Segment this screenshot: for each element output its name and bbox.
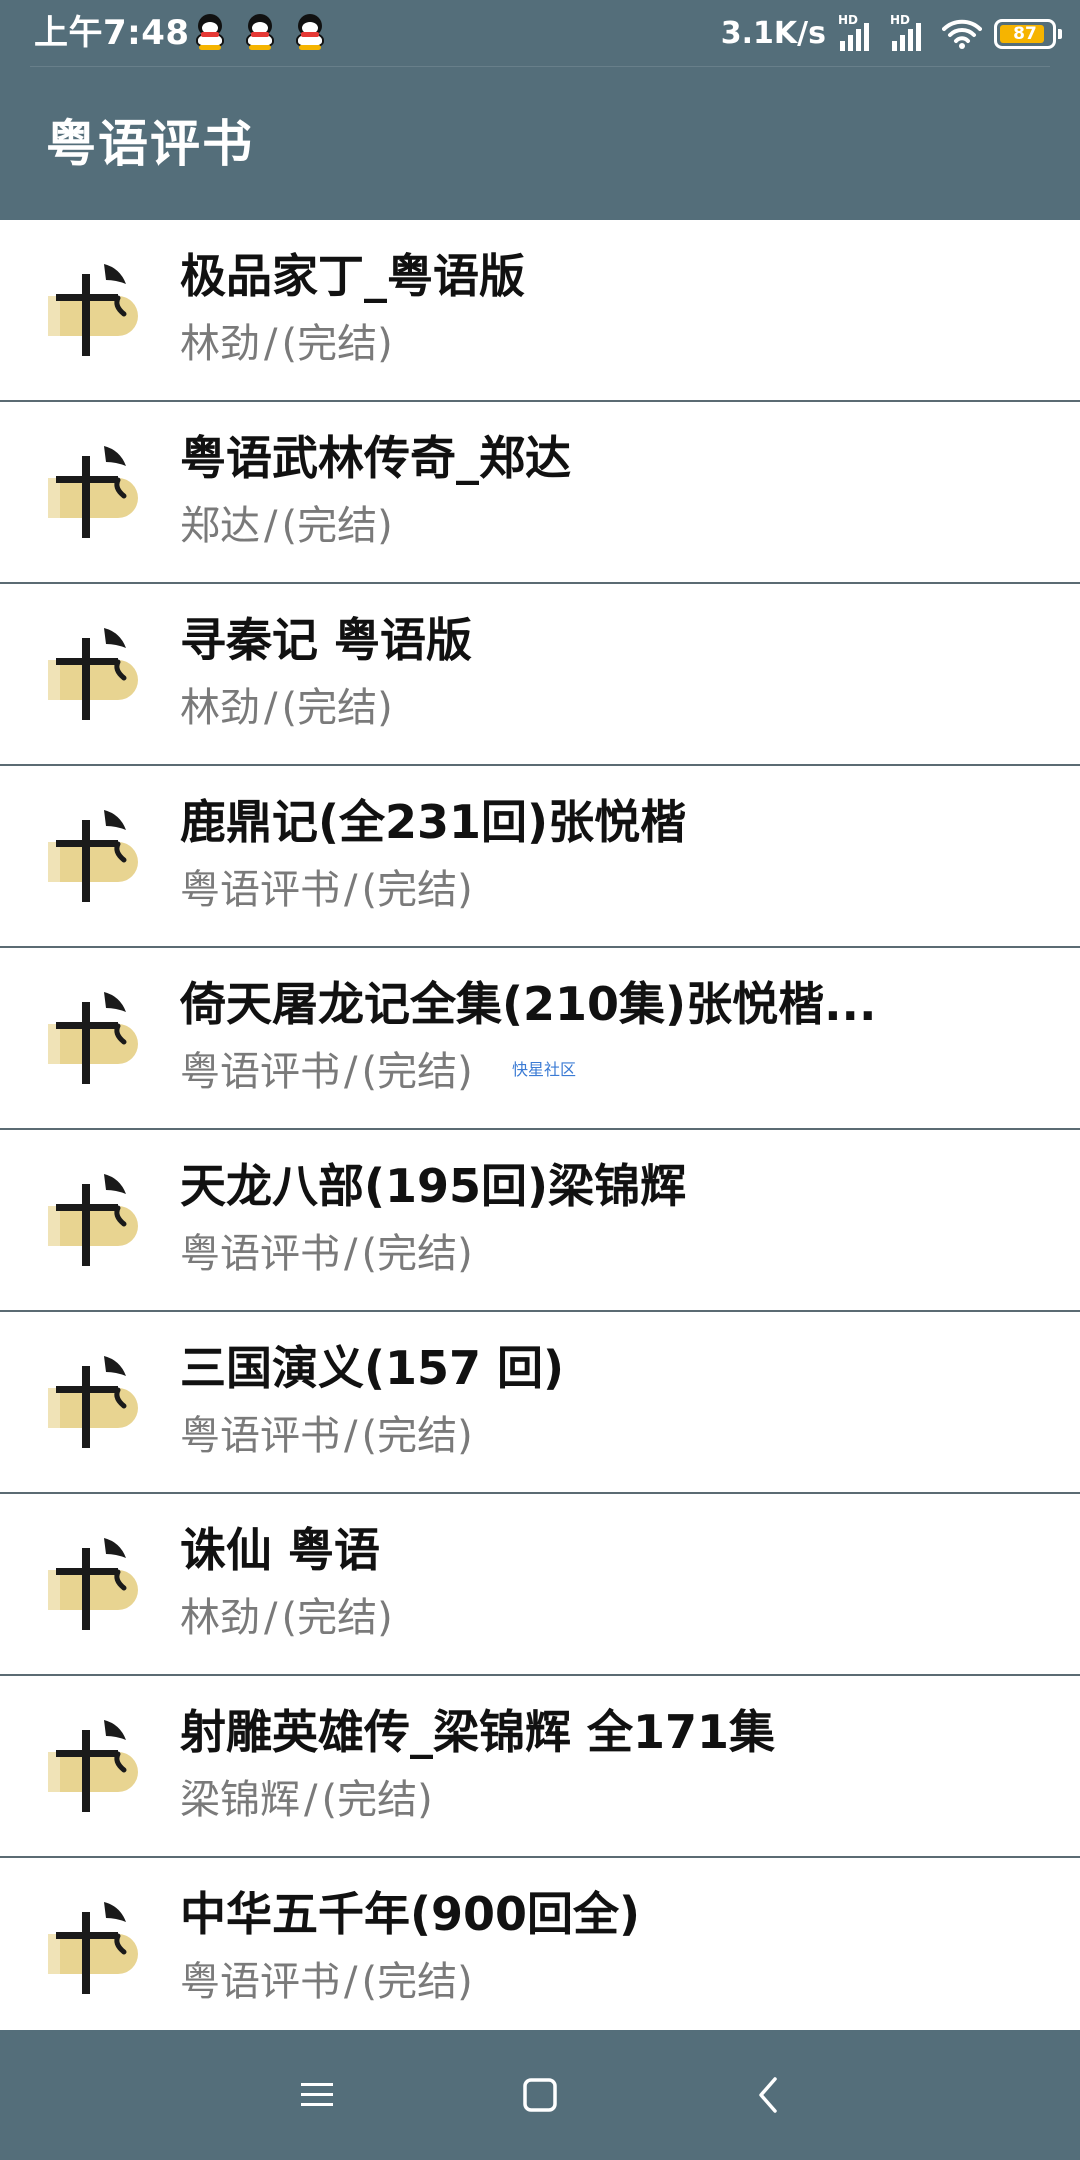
book-cover-icon [48, 446, 138, 538]
watermark: 快星社区 [512, 1060, 577, 1079]
book-author: 粤语评书 [180, 1413, 340, 1459]
status-time: 上午7:48 [34, 13, 190, 53]
status-divider [30, 66, 1050, 67]
book-status: (完结) [361, 1413, 473, 1459]
separator: / [304, 1777, 318, 1823]
separator: / [344, 867, 358, 913]
book-title: 三国演义(157 回) [180, 1341, 565, 1395]
book-status: (完结) [281, 321, 393, 367]
separator: / [344, 1231, 358, 1277]
home-button[interactable] [510, 2065, 570, 2125]
list-item[interactable]: 射雕英雄传_梁锦辉 全171集 梁锦辉 / (完结) [0, 1676, 1080, 1858]
list-item[interactable]: 极品家丁_粤语版 林劲 / (完结) [0, 220, 1080, 402]
book-title: 极品家丁_粤语版 [180, 249, 525, 303]
qq-notification-icon [196, 14, 224, 50]
book-cover-icon [48, 1174, 138, 1266]
book-meta: 梁锦辉 / (完结) [180, 1772, 433, 1828]
separator: / [344, 1413, 358, 1459]
qq-notification-icon [296, 14, 324, 50]
book-status: (完结) [321, 1777, 433, 1823]
book-title: 寻秦记 粤语版 [180, 613, 473, 667]
book-meta: 郑达 / (完结) [180, 498, 393, 554]
status-bar: 上午7:48 3.1K/s HD HD 87 [0, 0, 1080, 66]
book-author: 林劲 [180, 321, 260, 367]
list-item[interactable]: 天龙八部(195回)梁锦辉 粤语评书 / (完结) [0, 1130, 1080, 1312]
book-meta: 林劲 / (完结) [180, 680, 393, 736]
separator: / [264, 503, 278, 549]
top-bar: 上午7:48 3.1K/s HD HD 87 粤语评书 [0, 0, 1080, 220]
book-status: (完结) [281, 1595, 393, 1641]
menu-button[interactable] [287, 2065, 347, 2125]
book-cover-icon [48, 810, 138, 902]
book-title: 粤语武林传奇_郑达 [180, 431, 571, 485]
back-icon [759, 2077, 777, 2113]
signal-icon: HD [890, 13, 930, 51]
book-meta: 林劲 / (完结) [180, 1590, 393, 1646]
book-author: 郑达 [180, 503, 260, 549]
book-status: (完结) [361, 1231, 473, 1277]
book-status: (完结) [281, 685, 393, 731]
home-icon [523, 2078, 557, 2112]
network-speed: 3.1K/s [720, 16, 826, 51]
separator: / [344, 1049, 358, 1095]
book-cover-icon [48, 992, 138, 1084]
page-title: 粤语评书 [46, 115, 254, 173]
book-author: 梁锦辉 [180, 1777, 300, 1823]
book-meta: 粤语评书 / (完结) [180, 1954, 473, 2010]
book-title: 射雕英雄传_梁锦辉 全171集 [180, 1705, 776, 1759]
book-cover-icon [48, 264, 138, 356]
book-author: 林劲 [180, 685, 260, 731]
book-title: 天龙八部(195回)梁锦辉 [180, 1159, 687, 1213]
list-item[interactable]: 寻秦记 粤语版 林劲 / (完结) [0, 584, 1080, 766]
book-meta: 粤语评书 / (完结) [180, 862, 473, 918]
list-item[interactable]: 粤语武林传奇_郑达 郑达 / (完结) [0, 402, 1080, 584]
book-cover-icon [48, 1538, 138, 1630]
list-item[interactable]: 诛仙 粤语林劲 / (完结) [0, 1494, 1080, 1676]
notification-icons [196, 14, 324, 50]
screen: 上午7:48 3.1K/s HD HD 87 粤语评书 极品家丁_粤语版 林劲 … [0, 0, 1080, 2160]
book-list[interactable]: 极品家丁_粤语版 林劲 / (完结) 粤语武林传奇_郑达 郑达 / (完结) 寻秦记 粤语版 林劲… [0, 220, 1080, 2030]
book-status: (完结) [361, 1959, 473, 2005]
menu-icon [301, 2083, 333, 2106]
book-status: (完结) [361, 867, 473, 913]
book-title: 倚天屠龙记全集(210集)张悦楷... [180, 977, 877, 1031]
list-item[interactable]: 中华五千年(900回全) 粤语评书 / (完结) [0, 1858, 1080, 2030]
book-author: 粤语评书 [180, 1231, 340, 1277]
battery-level: 87 [1013, 24, 1037, 44]
separator: / [344, 1959, 358, 2005]
book-cover-icon [48, 628, 138, 720]
separator: / [264, 685, 278, 731]
navigation-bar [0, 2030, 1080, 2160]
book-meta: 粤语评书 / (完结) [180, 1044, 473, 1100]
qq-notification-icon [246, 14, 274, 50]
book-title: 中华五千年(900回全) [180, 1887, 641, 1941]
book-cover-icon [48, 1902, 138, 1994]
book-title: 鹿鼎记(全231回)张悦楷 [180, 795, 687, 849]
book-author: 粤语评书 [180, 1049, 340, 1095]
book-author: 林劲 [180, 1595, 260, 1641]
signal-icon: HD [838, 13, 878, 51]
book-title: 诛仙 粤语 [180, 1523, 381, 1577]
wifi-icon [942, 19, 982, 49]
book-author: 粤语评书 [180, 867, 340, 913]
book-author: 粤语评书 [180, 1959, 340, 2005]
list-item[interactable]: 三国演义(157 回) 粤语评书 / (完结) [0, 1312, 1080, 1494]
battery-icon: 87 [994, 19, 1062, 49]
separator: / [264, 1595, 278, 1641]
list-item[interactable]: 鹿鼎记(全231回)张悦楷 粤语评书 / (完结) [0, 766, 1080, 948]
book-meta: 粤语评书 / (完结) [180, 1408, 473, 1464]
status-right: 3.1K/s HD HD 87 [720, 12, 1062, 56]
book-meta: 林劲 / (完结) [180, 316, 393, 372]
separator: / [264, 321, 278, 367]
book-cover-icon [48, 1356, 138, 1448]
book-cover-icon [48, 1720, 138, 1812]
book-meta: 粤语评书 / (完结) [180, 1226, 473, 1282]
back-button[interactable] [738, 2065, 798, 2125]
book-status: (完结) [281, 503, 393, 549]
list-item[interactable]: 倚天屠龙记全集(210集)张悦楷... 粤语评书 / (完结) 快星社区 [0, 948, 1080, 1130]
book-status: (完结) [361, 1049, 473, 1095]
